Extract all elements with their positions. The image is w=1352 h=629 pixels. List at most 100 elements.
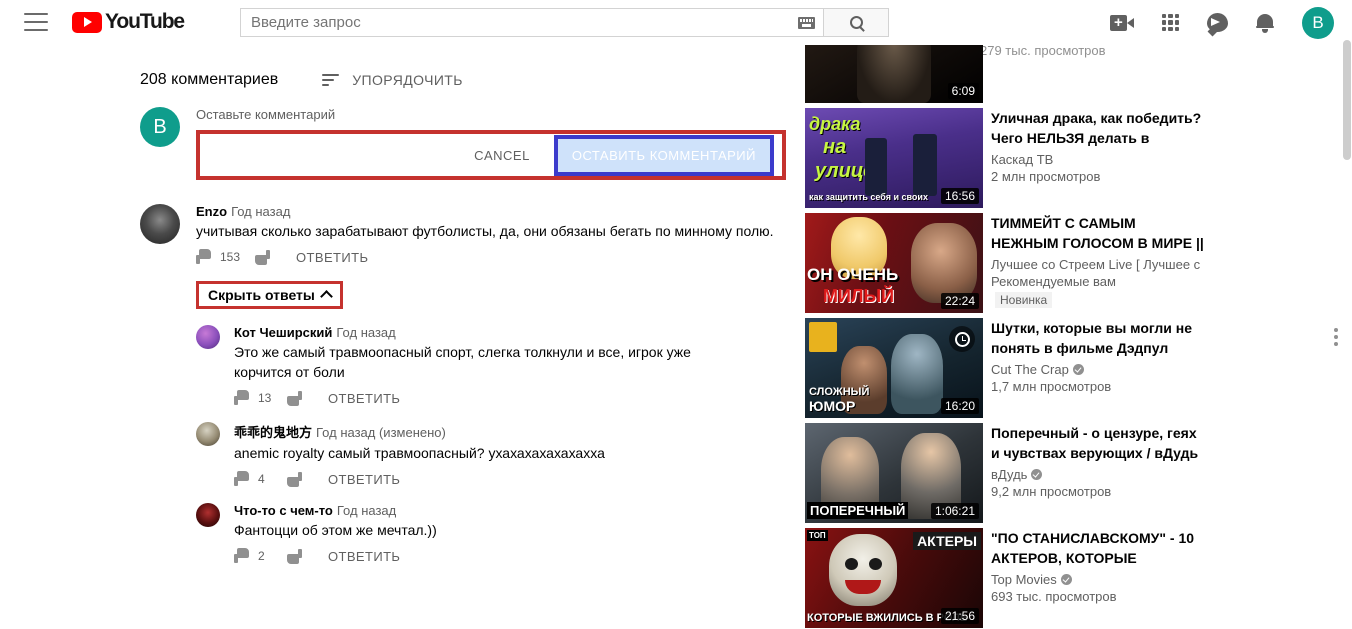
create-video-icon[interactable] <box>1110 14 1134 31</box>
like-icon[interactable] <box>234 390 250 406</box>
keyboard-icon[interactable] <box>798 16 815 29</box>
page-scrollbar[interactable] <box>1342 0 1352 629</box>
like-icon[interactable] <box>234 471 250 487</box>
messages-icon[interactable] <box>1207 13 1228 32</box>
reply-author[interactable]: Что-то с чем-то <box>234 503 333 518</box>
video-list-item[interactable]: ПОПЕРЕЧНЫЙ 1:06:21 Поперечный - о цензур… <box>800 423 1352 523</box>
thumb-figure <box>845 558 858 570</box>
thumb-figure <box>869 558 882 570</box>
search-area <box>240 8 889 37</box>
reply-actions: 4 ОТВЕТИТЬ <box>234 471 734 487</box>
like-count: 2 <box>258 549 265 563</box>
reply-button[interactable]: ОТВЕТИТЬ <box>328 391 400 406</box>
video-channel-name: Лучшее со Стреем Live [ Лучшее с <box>991 257 1201 272</box>
hamburger-menu-icon[interactable] <box>24 13 48 31</box>
video-thumbnail[interactable]: ОН ОЧЕНЬ МИЛЫЙ 22:24 <box>805 213 983 313</box>
video-thumbnail[interactable]: ТОП АКТЕРЫ КОТОРЫЕ ВЖИЛИСЬ В РОЛЬ 21:56 <box>805 528 983 628</box>
hamburger-line <box>24 21 48 23</box>
like-icon[interactable] <box>196 249 212 265</box>
video-channel[interactable]: Top Movies <box>991 572 1206 587</box>
reply-button[interactable]: ОТВЕТИТЬ <box>328 472 400 487</box>
video-list-item[interactable]: ОН ОЧЕНЬ МИЛЫЙ 22:24 ТИММЕЙТ С САМЫМ НЕЖ… <box>800 213 1352 313</box>
apps-grid-icon[interactable] <box>1162 14 1179 31</box>
video-channel[interactable]: Каскад ТВ <box>991 152 1206 167</box>
cancel-button[interactable]: CANCEL <box>460 140 544 171</box>
reply-button[interactable]: ОТВЕТИТЬ <box>296 250 368 265</box>
video-duration: 22:24 <box>940 293 979 309</box>
toggle-replies-highlight[interactable]: Скрыть ответы <box>196 281 343 309</box>
thumb-art-text: АКТЕРЫ <box>913 532 981 550</box>
verified-badge-icon <box>1060 574 1072 585</box>
video-title[interactable]: Поперечный - о цензуре, геях и чувствах … <box>991 423 1206 463</box>
sort-comments-button[interactable]: УПОРЯДОЧИТЬ <box>322 72 463 88</box>
dislike-icon[interactable] <box>254 249 270 265</box>
notifications-bell-icon[interactable] <box>1256 13 1274 33</box>
reply-timestamp: Год назад <box>336 325 396 340</box>
reply-author[interactable]: 乖乖的鬼地方 <box>234 425 312 440</box>
new-badge: Новинка <box>995 292 1053 308</box>
avatar[interactable] <box>196 503 220 527</box>
search-box[interactable] <box>240 8 824 37</box>
youtube-logo-text: YouTube <box>105 10 185 33</box>
comment-thread-root: Enzo Год назад учитывая сколько зарабатыв… <box>140 204 800 265</box>
scrollbar-thumb[interactable] <box>1343 40 1351 160</box>
video-channel[interactable]: Лучшее со Стреем Live [ Лучшее с <box>991 257 1206 272</box>
reply-actions: 13 ОТВЕТИТЬ <box>234 390 734 406</box>
hamburger-line <box>24 29 48 31</box>
video-title[interactable]: ТИММЕЙТ С САМЫМ НЕЖНЫМ ГОЛОСОМ В МИРЕ || <box>991 213 1206 253</box>
account-avatar[interactable]: B <box>1302 6 1334 39</box>
dislike-icon[interactable] <box>286 471 302 487</box>
video-list-item[interactable]: 6:09 <box>800 45 1352 103</box>
verified-badge-icon <box>1031 469 1043 480</box>
thumb-art-text: на <box>823 136 847 158</box>
reply-actions: 2 ОТВЕТИТЬ <box>234 548 734 564</box>
reply-meta: Что-то с чем-то Год назад <box>234 503 734 518</box>
video-title[interactable]: Уличная драка, как победить? Чего НЕЛЬЗЯ… <box>991 108 1206 148</box>
thumb-figure <box>865 138 887 196</box>
thumb-art-text: СЛОЖНЫЙ <box>809 386 870 398</box>
video-options-menu-icon[interactable] <box>1334 328 1338 346</box>
dislike-icon[interactable] <box>286 390 302 406</box>
watch-later-icon[interactable] <box>949 326 975 352</box>
search-button[interactable] <box>824 8 889 37</box>
replies-list: Кот Чеширский Год назад Это же самый трав… <box>196 325 800 564</box>
video-thumbnail[interactable]: 6:09 <box>805 45 983 103</box>
video-thumbnail[interactable]: драка на улице как защитить себя и своих… <box>805 108 983 208</box>
dislike-icon[interactable] <box>286 548 302 564</box>
video-channel[interactable]: Cut The Crap <box>991 362 1206 377</box>
reply-author[interactable]: Кот Чеширский <box>234 325 332 340</box>
verified-badge-icon <box>1072 364 1084 375</box>
thumb-figure <box>829 534 897 606</box>
like-count: 153 <box>220 250 241 264</box>
video-channel[interactable]: вДудь <box>991 467 1206 482</box>
video-duration: 16:20 <box>940 398 979 414</box>
video-list-item[interactable]: ТОП АКТЕРЫ КОТОРЫЕ ВЖИЛИСЬ В РОЛЬ 21:56 … <box>800 528 1352 628</box>
hamburger-line <box>24 13 48 15</box>
like-icon[interactable] <box>234 548 250 564</box>
composer-input-box[interactable]: CANCEL ОСТАВИТЬ КОММЕНТАРИЙ <box>196 130 786 180</box>
avatar[interactable] <box>196 422 220 446</box>
comment-text: учитывая сколько зарабатывают футболисты… <box>196 223 774 239</box>
video-list-item[interactable]: драка на улице как защитить себя и своих… <box>800 108 1352 208</box>
thumb-art-text: ТОП <box>807 530 828 541</box>
toggle-replies-button[interactable]: Скрыть ответы <box>208 287 333 303</box>
like-count: 4 <box>258 472 265 486</box>
reply-item: 乖乖的鬼地方 Год назад (изменено) anemic royalt… <box>196 422 800 487</box>
video-thumbnail[interactable]: СЛОЖНЫЙ ЮМОР 16:20 <box>805 318 983 418</box>
video-thumbnail[interactable]: ПОПЕРЕЧНЫЙ 1:06:21 <box>805 423 983 523</box>
thumb-art-text: МИЛЫЙ <box>823 286 895 306</box>
comment-author[interactable]: Enzo <box>196 204 227 219</box>
youtube-play-icon <box>72 11 102 33</box>
like-count: 13 <box>258 391 272 405</box>
video-title[interactable]: "ПО СТАНИСЛАВСКОМУ" - 10 АКТЕРОВ, КОТОРЫ… <box>991 528 1206 568</box>
reply-button[interactable]: ОТВЕТИТЬ <box>328 549 400 564</box>
avatar[interactable] <box>196 325 220 349</box>
youtube-logo[interactable]: YouTube <box>72 10 185 34</box>
comments-header: 208 комментариев УПОРЯДОЧИТЬ <box>0 45 800 89</box>
avatar[interactable] <box>140 204 180 244</box>
submit-comment-button[interactable]: ОСТАВИТЬ КОММЕНТАРИЙ <box>557 138 770 172</box>
video-channel-name: Cut The Crap <box>991 362 1069 377</box>
video-title[interactable]: Шутки, которые вы могли не понять в филь… <box>991 318 1206 358</box>
video-list-item[interactable]: СЛОЖНЫЙ ЮМОР 16:20 Шутки, которые вы мог… <box>800 318 1352 418</box>
search-input[interactable] <box>251 14 798 31</box>
